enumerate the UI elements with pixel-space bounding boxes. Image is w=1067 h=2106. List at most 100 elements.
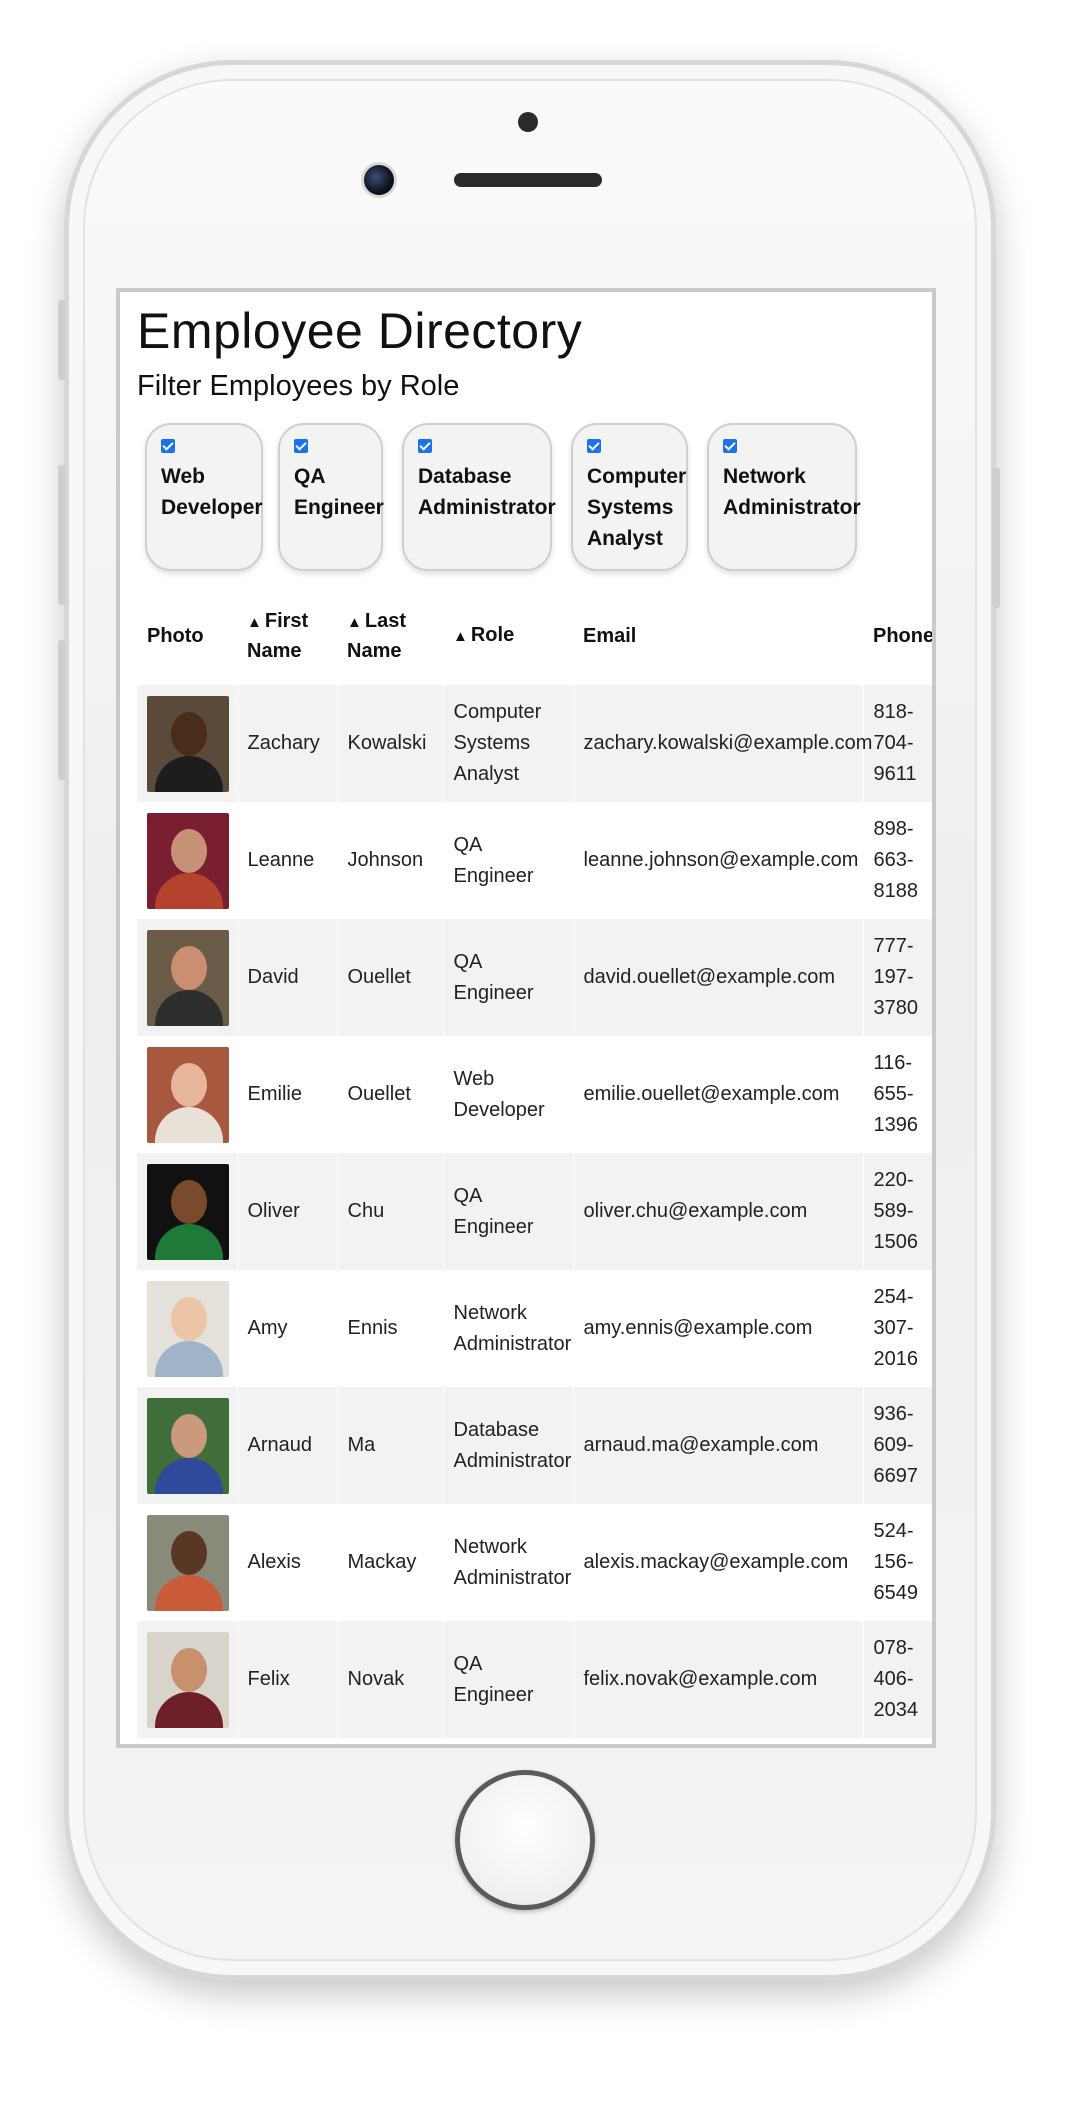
cell-first-name: Emilie	[237, 1036, 338, 1153]
checkbox-network-administrator[interactable]	[723, 439, 737, 453]
phone-line: 116-	[873, 1052, 913, 1074]
phone-line: 078-	[873, 1637, 914, 1659]
cell-first-name: Amy	[237, 1270, 338, 1387]
cell-phone: 777- 197- 3780	[863, 919, 932, 1036]
cell-role: Network Administrator	[443, 1270, 574, 1387]
cell-last-name: Ouellet	[337, 919, 444, 1036]
cell-last-name: Ennis	[337, 1270, 444, 1387]
checkbox-database-administrator[interactable]	[418, 439, 432, 453]
filter-label: QA	[294, 465, 326, 488]
employee-avatar	[147, 1514, 229, 1611]
sort-icon[interactable]: ▲︎	[347, 614, 362, 631]
cell-role: QA Engineer	[443, 1621, 574, 1738]
filter-label: Computer	[587, 465, 687, 488]
phone-line: 655-	[873, 1083, 914, 1105]
mute-switch	[58, 300, 66, 380]
page-title: Employee Directory	[137, 303, 583, 359]
cell-photo	[137, 1153, 238, 1270]
checkbox-web-developer[interactable]	[161, 439, 175, 453]
filter-network-administrator[interactable]: Network Administrator	[707, 423, 861, 571]
phone-line: 663-	[873, 849, 914, 871]
cell-phone: 524- 156- 6549	[863, 1504, 932, 1621]
checkbox-qa-engineer[interactable]	[294, 439, 308, 453]
cell-photo	[137, 1036, 238, 1153]
cell-phone: 936- 609- 6697	[863, 1387, 932, 1504]
table-row: Amy Ennis Network Administrator amy.ennis@ex…	[137, 1270, 932, 1387]
cell-role: QA Engineer	[443, 1153, 574, 1270]
sort-icon[interactable]: ▲︎	[453, 628, 468, 645]
cell-first-name: Felix	[237, 1621, 338, 1738]
cell-empty	[337, 1738, 444, 1744]
cell-email: arnaud.ma@example.com	[573, 1387, 864, 1504]
role-line: Web	[453, 1067, 495, 1090]
phone-line: 197-	[873, 966, 914, 988]
employee-avatar	[147, 929, 229, 1026]
phone-line: 704-	[873, 732, 914, 754]
phone-line: 9611	[873, 763, 917, 785]
filter-label: Engineer	[294, 496, 384, 519]
cell-email: oliver.chu@example.com	[573, 1153, 864, 1270]
cell-photo	[137, 802, 238, 919]
cell-empty	[137, 1738, 238, 1744]
employee-avatar	[147, 1046, 229, 1143]
filter-computer-systems-analyst[interactable]: Computer Systems Analyst	[571, 423, 688, 571]
home-button[interactable]	[455, 1770, 595, 1910]
filter-label: Administrator	[723, 496, 861, 519]
role-line: QA Engineer	[453, 950, 534, 1004]
header-first-name[interactable]: ▲︎ First Name	[237, 587, 337, 685]
cell-photo	[137, 1504, 238, 1621]
phone-line: 818-	[873, 701, 914, 723]
cell-phone: 898- 663- 8188	[863, 802, 932, 919]
phone-line: 156-	[873, 1551, 914, 1573]
phone-line: 2016	[873, 1348, 919, 1370]
cell-role: Database Administrator	[443, 1387, 574, 1504]
filter-label: Developer	[161, 496, 263, 519]
header-last-name[interactable]: ▲︎ Last Name	[337, 587, 443, 685]
filter-database-administrator[interactable]: Database Administrator	[402, 423, 556, 571]
phone-line: 307-	[873, 1317, 914, 1339]
header-first-name-label: Name	[247, 639, 302, 662]
cell-photo	[137, 685, 238, 802]
employee-avatar	[147, 812, 229, 909]
employee-table: Photo ▲︎ First Name ▲︎ Last Name ▲︎ Role Em…	[137, 587, 932, 1744]
cell-first-name: Oliver	[237, 1153, 338, 1270]
filter-label: Network	[723, 465, 806, 488]
cell-first-name: Arnaud	[237, 1387, 338, 1504]
sort-icon[interactable]: ▲︎	[247, 614, 262, 631]
cell-phone: 818- 704- 9611	[863, 685, 932, 802]
table-header-row: Photo ▲︎ First Name ▲︎ Last Name ▲︎ Role Em…	[137, 587, 932, 685]
volume-up-button	[58, 465, 66, 605]
power-button	[992, 468, 1000, 608]
table-row: Leanne Johnson QA Engineer leanne.johnson@e…	[137, 802, 932, 919]
role-line: QA Engineer	[453, 833, 534, 887]
cell-photo	[137, 1621, 238, 1738]
cell-email: leanne.johnson@example.com	[573, 802, 864, 919]
phone-line: 3780	[873, 997, 919, 1019]
cell-phone: 220- 589- 1506	[863, 1153, 932, 1270]
phone-line: 220-	[873, 1169, 914, 1191]
filter-label: Analyst	[587, 527, 663, 550]
cell-empty	[863, 1738, 932, 1744]
cell-email: alexis.mackay@example.com	[573, 1504, 864, 1621]
table-row: Emilie Ouellet Web Developer emilie.ouellet@…	[137, 1036, 932, 1153]
filter-web-developer[interactable]: Web Developer	[145, 423, 263, 571]
checkbox-computer-systems-analyst[interactable]	[587, 439, 601, 453]
filter-label: Administrator	[418, 496, 556, 519]
header-role[interactable]: ▲︎ Role	[443, 587, 573, 685]
cell-empty	[443, 1738, 574, 1744]
header-first-name-label: First	[264, 609, 309, 632]
table-row: Zachary Kowalski Computer Systems Analyst zac…	[137, 685, 932, 802]
cell-phone: 078- 406- 2034	[863, 1621, 932, 1738]
cell-photo	[137, 919, 238, 1036]
employee-avatar	[147, 695, 229, 792]
phone-line: 8188	[873, 880, 919, 902]
filter-qa-engineer[interactable]: QA Engineer	[278, 423, 384, 571]
phone-line: 777-	[873, 935, 914, 957]
phone-line: 406-	[873, 1668, 914, 1690]
employee-avatar	[147, 1631, 229, 1728]
employee-rows: Zachary Kowalski Computer Systems Analyst zac…	[137, 685, 932, 1744]
phone-line: 254-	[873, 1286, 914, 1308]
cell-photo	[137, 1270, 238, 1387]
header-photo: Photo	[147, 624, 204, 647]
cell-email: amy.ennis@example.com	[573, 1270, 864, 1387]
